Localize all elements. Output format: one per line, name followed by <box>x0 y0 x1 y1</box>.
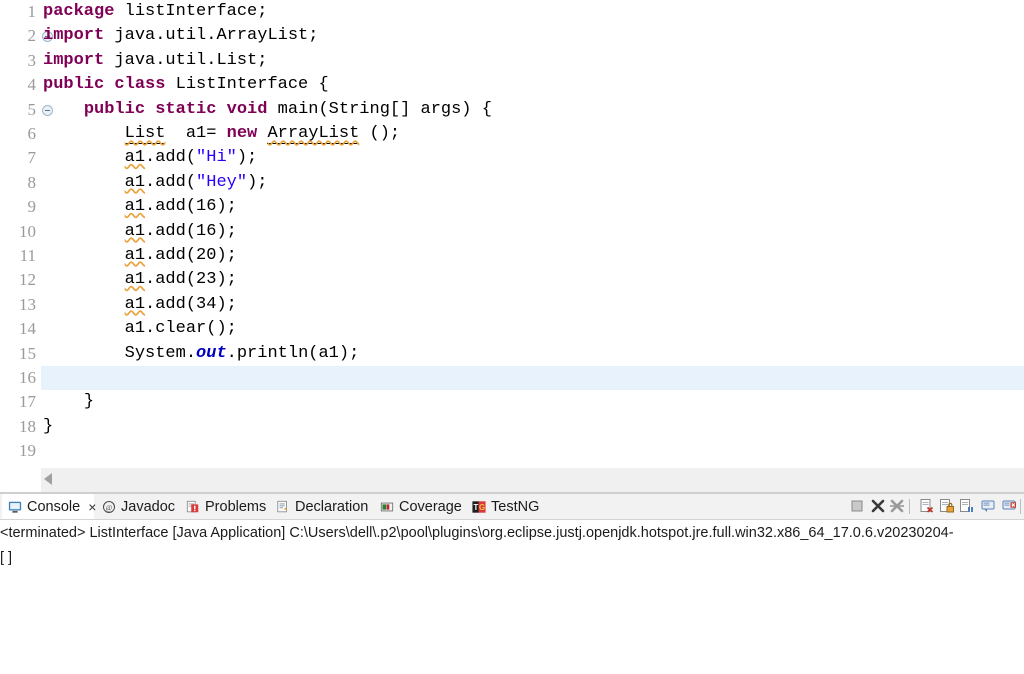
console-view: Console × @ Javadoc Problems Declaration Cover… <box>0 494 1024 674</box>
line-number: 16 <box>19 368 36 387</box>
line-number: 12 <box>19 270 36 290</box>
tab-javadoc[interactable]: @ Javadoc <box>96 494 182 520</box>
line-number: 19 <box>19 441 36 461</box>
tab-console[interactable]: Console × <box>2 494 96 520</box>
toolbar-separator-2 <box>1020 499 1021 514</box>
line-number: 11 <box>19 246 36 265</box>
code-line[interactable]: a1.add(16); <box>41 195 1024 219</box>
tab-label: Problems <box>205 499 267 515</box>
scroll-lock-button[interactable] <box>939 498 957 516</box>
display-selected-console-button[interactable] <box>981 498 999 516</box>
code-line[interactable]: } <box>41 390 1024 414</box>
svg-text:G: G <box>479 503 485 512</box>
coverage-icon <box>380 500 394 514</box>
editor-horizontal-scrollbar[interactable] <box>0 468 1024 492</box>
code-line[interactable]: a1.clear(); <box>41 317 1024 341</box>
code-line[interactable]: a1.add(34); <box>41 293 1024 317</box>
problems-icon <box>186 500 200 514</box>
tab-testng[interactable]: T G TestNG <box>466 494 542 520</box>
line-number: 5 <box>27 99 37 119</box>
open-console-button[interactable] <box>1002 498 1020 516</box>
svg-text:@: @ <box>106 504 113 512</box>
line-number: 13 <box>19 294 36 314</box>
tab-label: Console <box>27 499 81 515</box>
svg-text:T: T <box>473 503 478 512</box>
line-number: 1 <box>27 2 37 21</box>
line-number: 7 <box>27 148 37 168</box>
testng-icon: TG <box>472 500 486 514</box>
console-launch-label: <terminated> ListInterface [Java Applica… <box>0 525 954 541</box>
code-line[interactable] <box>41 366 1024 390</box>
code-line[interactable]: } <box>41 415 1024 439</box>
eclipse-ide-window: 1 2 3 4 5 6 7 8 9 10 11 12 13 14 15 16 17 18 19 package li… <box>0 0 1024 674</box>
line-number: 14 <box>19 319 36 339</box>
code-line[interactable] <box>41 439 1024 463</box>
line-number: 18 <box>19 416 36 436</box>
scrollbar-corner <box>0 468 41 492</box>
line-number: 8 <box>27 172 37 192</box>
console-output-area[interactable]: <terminated> ListInterface [Java Applica… <box>0 520 1024 674</box>
tab-label: Javadoc <box>121 499 176 515</box>
tab-label: Coverage <box>399 499 462 515</box>
line-number: 2 <box>27 26 37 46</box>
line-number: 3 <box>27 50 37 70</box>
tab-problems[interactable]: Problems <box>180 494 272 520</box>
toolbar-separator-1 <box>909 499 910 514</box>
line-number: 15 <box>19 343 36 363</box>
code-line[interactable]: public static void main(String[] args) { <box>41 98 1024 122</box>
console-output-text: [ ] <box>0 550 13 566</box>
console-icon <box>8 500 22 514</box>
tab-label: TestNG <box>491 499 540 515</box>
terminate-button[interactable] <box>849 498 867 516</box>
java-source-editor[interactable]: 1 2 3 4 5 6 7 8 9 10 11 12 13 14 15 16 17 18 19 package li… <box>0 0 1024 468</box>
javadoc-icon: @ <box>102 500 116 514</box>
code-line[interactable]: a1.add(20); <box>41 244 1024 268</box>
line-number: 9 <box>27 197 37 217</box>
code-line[interactable]: a1.add(16); <box>41 220 1024 244</box>
line-number: 6 <box>27 124 37 143</box>
declaration-icon <box>276 500 290 514</box>
code-line[interactable]: System.out.println(a1); <box>41 342 1024 366</box>
code-line[interactable]: public class ListInterface { <box>41 73 1024 97</box>
scroll-left-arrow-icon[interactable] <box>44 473 52 485</box>
tab-coverage[interactable]: Coverage <box>374 494 466 520</box>
remove-launch-button[interactable] <box>870 498 888 516</box>
pin-console-button[interactable] <box>959 498 977 516</box>
clear-console-button[interactable] <box>919 498 937 516</box>
code-line[interactable]: a1.add(23); <box>41 268 1024 292</box>
line-number-ruler: 1 2 3 4 5 6 7 8 9 10 11 12 13 14 15 16 17 18 19 <box>0 0 40 468</box>
tab-label: Declaration <box>295 499 369 515</box>
code-text-area[interactable]: package listInterface; import java.util.A… <box>41 0 1024 468</box>
code-line[interactable]: import java.util.List; <box>41 49 1024 73</box>
code-line[interactable]: a1.add("Hey"); <box>41 171 1024 195</box>
tab-declaration[interactable]: Declaration <box>270 494 376 520</box>
line-number: 4 <box>27 75 37 95</box>
line-number: 17 <box>19 392 36 412</box>
code-line[interactable]: List a1= new ArrayList (); <box>41 122 1024 146</box>
code-line[interactable]: package listInterface; <box>41 0 1024 24</box>
remove-all-terminated-button[interactable] <box>889 498 907 516</box>
code-line[interactable]: import java.util.ArrayList; <box>41 24 1024 48</box>
code-line[interactable]: a1.add("Hi"); <box>41 146 1024 170</box>
line-number: 10 <box>19 221 36 241</box>
